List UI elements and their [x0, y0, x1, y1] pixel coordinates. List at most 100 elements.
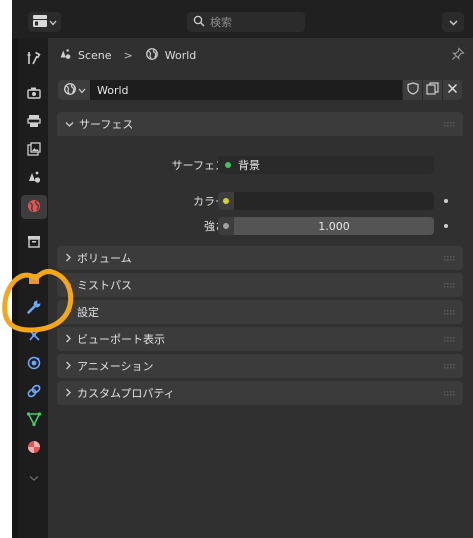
settings-panel-header[interactable]: 設定: [57, 300, 463, 324]
tab-physics[interactable]: [21, 352, 47, 376]
constraints-icon: [26, 383, 42, 402]
physics-icon: [26, 355, 42, 374]
tab-scene[interactable]: [21, 166, 47, 190]
world-outline-icon: [145, 47, 159, 64]
chevron-down-icon: [78, 84, 86, 97]
chevron-right-icon: [65, 306, 72, 319]
drag-handle-icon[interactable]: [444, 253, 455, 263]
keyframe-decorator-icon[interactable]: [444, 199, 448, 203]
duplicate-icon: [426, 82, 439, 98]
value-socket-icon: [223, 223, 229, 229]
output-icon: [26, 113, 42, 132]
world-browse-button[interactable]: [58, 80, 90, 100]
editor-header: 検索: [12, 0, 473, 38]
breadcrumb-world: World: [164, 48, 197, 62]
collection-icon: [26, 233, 42, 252]
surface-panel-body: サーフェス 背景 カラー 強さ 1.000: [57, 136, 463, 264]
tab-more[interactable]: [21, 466, 47, 490]
duplicate-button[interactable]: [422, 80, 442, 100]
view-layer-icon: [26, 141, 42, 160]
viewport-display-panel-title: ビューポート表示: [77, 333, 165, 346]
drag-handle-icon[interactable]: [444, 388, 455, 398]
chevron-right-icon: [65, 252, 72, 265]
animation-panel-title: アニメーション: [77, 360, 154, 373]
tab-world[interactable]: [21, 195, 47, 219]
options-button[interactable]: [442, 12, 464, 32]
world-icon: [26, 198, 42, 217]
color-socket-icon: [223, 198, 229, 204]
drag-handle-icon[interactable]: [444, 334, 455, 344]
properties-editor: 検索 Scene > World World サーフェス サーフェス 背景 カラ…: [12, 0, 473, 538]
tab-view-layer[interactable]: [21, 138, 47, 162]
tab-material[interactable]: [21, 436, 47, 460]
close-icon: [447, 83, 458, 97]
color-field[interactable]: [218, 192, 434, 210]
tab-modifier[interactable]: [21, 296, 47, 320]
chevron-right-icon: [65, 360, 72, 373]
scene-icon: [58, 47, 72, 64]
chevron-down-icon: [49, 16, 57, 29]
shader-socket-icon: [225, 162, 231, 168]
color-socket-button[interactable]: [218, 192, 234, 210]
pin-icon[interactable]: [451, 47, 465, 64]
viewport-display-panel-header[interactable]: ビューポート表示: [57, 327, 463, 351]
tab-constraints[interactable]: [21, 380, 47, 404]
settings-panel-title: 設定: [77, 306, 99, 319]
strength-field[interactable]: 1.000: [218, 217, 434, 235]
surface-value: 背景: [238, 159, 260, 172]
tab-tool[interactable]: [21, 47, 47, 71]
editor-type-icon: [32, 14, 47, 30]
surface-panel-header[interactable]: サーフェス: [57, 112, 463, 136]
mist-pass-panel-header[interactable]: ミストパス: [57, 273, 463, 297]
scene-icon: [26, 169, 42, 188]
tab-object[interactable]: [21, 268, 47, 292]
particles-icon: [26, 327, 42, 346]
strength-socket-button[interactable]: [218, 217, 234, 235]
world-datablock-selector: World: [58, 80, 462, 102]
custom-properties-panel-header[interactable]: カスタムプロパティ: [57, 381, 463, 405]
volume-panel-title: ボリューム: [77, 252, 132, 265]
strength-value: 1.000: [318, 219, 350, 233]
mist-pass-panel-title: ミストパス: [77, 279, 132, 292]
tab-output[interactable]: [21, 110, 47, 134]
drag-handle-icon[interactable]: [444, 119, 455, 129]
breadcrumb-scene: Scene: [78, 48, 112, 62]
material-icon: [26, 439, 42, 458]
search-input[interactable]: 検索: [187, 12, 305, 32]
color-swatch[interactable]: [234, 192, 434, 210]
render-icon: [26, 85, 42, 104]
chevron-down-icon: [449, 16, 458, 29]
unlink-button[interactable]: [442, 80, 462, 100]
window-margin: [0, 0, 12, 538]
fake-user-icon: [406, 82, 419, 98]
search-icon: [193, 15, 205, 30]
custom-properties-panel-title: カスタムプロパティ: [77, 387, 175, 400]
chevron-right-icon: [65, 387, 72, 400]
breadcrumb: Scene > World: [58, 44, 196, 66]
keyframe-decorator-icon[interactable]: [444, 224, 448, 228]
surface-shader-selector[interactable]: 背景: [218, 156, 434, 174]
properties-tabs: [18, 38, 48, 538]
chevron-down-icon: [65, 118, 74, 131]
data-icon: [26, 411, 42, 430]
chevron-right-icon: [65, 333, 72, 346]
drag-handle-icon[interactable]: [444, 280, 455, 290]
drag-handle-icon[interactable]: [444, 307, 455, 317]
animation-panel-header[interactable]: アニメーション: [57, 354, 463, 378]
tool-icon: [26, 50, 42, 69]
tab-data[interactable]: [21, 408, 47, 432]
surface-panel: サーフェス サーフェス 背景 カラー 強さ 1.000: [57, 112, 463, 264]
volume-panel-header[interactable]: ボリューム: [57, 246, 463, 270]
surface-panel-title: サーフェス: [79, 118, 134, 131]
tab-render[interactable]: [21, 82, 47, 106]
tab-collection[interactable]: [21, 230, 47, 254]
drag-handle-icon[interactable]: [444, 361, 455, 371]
editor-type-button[interactable]: [28, 12, 61, 32]
world-name-field[interactable]: World: [90, 80, 402, 100]
properties-content: Scene > World World サーフェス サーフェス 背景 カラー 強…: [48, 38, 473, 538]
search-placeholder: 検索: [210, 16, 232, 29]
breadcrumb-separator: >: [123, 48, 133, 62]
world-icon: [63, 82, 77, 99]
tab-particles[interactable]: [21, 324, 47, 348]
fake-user-button[interactable]: [402, 80, 422, 100]
